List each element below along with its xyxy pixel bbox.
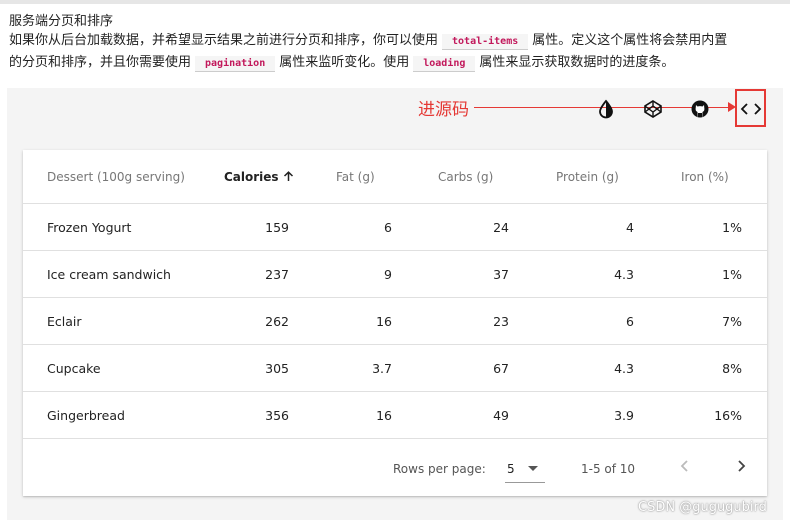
cell-calories: 159 — [265, 220, 289, 235]
cell-iron: 7% — [722, 314, 742, 329]
cell-protein: 6 — [626, 314, 634, 329]
cell-iron: 1% — [722, 220, 742, 235]
cell-carbs: 37 — [493, 267, 509, 282]
cell-fat: 16 — [376, 314, 392, 329]
cell-iron: 1% — [722, 267, 742, 282]
table-header: Dessert (100g serving) Calories Fat (g) … — [23, 150, 767, 204]
rows-per-page-label: Rows per page: — [393, 462, 486, 476]
annotation-label: 进源码 — [418, 100, 469, 120]
dropdown-caret-icon — [528, 466, 538, 471]
cell-fat: 3.7 — [372, 361, 392, 376]
description-paragraph: 如果你从后台加载数据，并希望显示结果之前进行分页和排序，你可以使用 total-i… — [9, 30, 784, 74]
csdn-watermark: CSDN @gugugubird — [638, 500, 767, 515]
cell-calories: 237 — [265, 267, 289, 282]
view-source-button[interactable] — [735, 89, 766, 127]
header-calories-label: Calories — [224, 170, 279, 184]
prev-page-button[interactable] — [675, 456, 695, 476]
invert-colors-icon[interactable] — [596, 99, 616, 119]
github-icon[interactable] — [690, 99, 710, 119]
code-icon — [740, 103, 762, 115]
cell-protein: 4.3 — [614, 267, 634, 282]
desc-text-2: 属性。定义这个属性将会禁用内置 — [532, 33, 728, 48]
cell-iron: 16% — [714, 408, 742, 423]
code-loading: loading — [413, 56, 476, 72]
header-carbs[interactable]: Carbs (g) — [438, 170, 493, 184]
header-calories[interactable]: Calories — [224, 170, 294, 184]
sort-arrow-up-icon — [283, 171, 293, 181]
top-divider — [0, 0, 790, 4]
table-footer: Rows per page: 5 1-5 of 10 — [23, 440, 767, 496]
codepen-icon[interactable] — [643, 99, 663, 119]
cell-carbs: 23 — [493, 314, 509, 329]
code-total-items: total-items — [442, 34, 529, 50]
cell-dessert: Eclair — [47, 314, 82, 329]
cell-carbs: 67 — [493, 361, 509, 376]
table-row[interactable]: Frozen Yogurt 159 6 24 4 1% — [23, 204, 767, 251]
rows-per-page-value: 5 — [507, 462, 515, 476]
cell-calories: 356 — [265, 408, 289, 423]
page-range-text: 1-5 of 10 — [581, 462, 636, 476]
desc-text-1: 如果你从后台加载数据，并希望显示结果之前进行分页和排序，你可以使用 — [9, 33, 439, 48]
cell-fat: 16 — [376, 408, 392, 423]
table-row[interactable]: Ice cream sandwich 237 9 37 4.3 1% — [23, 251, 767, 298]
section-heading: 服务端分页和排序 — [9, 14, 114, 29]
cell-iron: 8% — [722, 361, 742, 376]
cell-protein: 4 — [626, 220, 634, 235]
cell-fat: 6 — [384, 220, 392, 235]
desc-text-5: 属性来显示获取数据时的进度条。 — [479, 55, 675, 70]
cell-dessert: Frozen Yogurt — [47, 220, 132, 235]
cell-dessert: Cupcake — [47, 361, 101, 376]
cell-calories: 305 — [265, 361, 289, 376]
data-table-card: Dessert (100g serving) Calories Fat (g) … — [23, 150, 767, 496]
cell-dessert: Ice cream sandwich — [47, 267, 171, 282]
header-protein[interactable]: Protein (g) — [556, 170, 619, 184]
rows-per-page-select[interactable]: 5 — [505, 453, 545, 483]
table-row[interactable]: Eclair 262 16 23 6 7% — [23, 298, 767, 345]
table-row[interactable]: Gingerbread 356 16 49 3.9 16% — [23, 392, 767, 439]
cell-fat: 9 — [384, 267, 392, 282]
chevron-left-icon — [680, 460, 688, 472]
header-iron[interactable]: Iron (%) — [681, 170, 729, 184]
next-page-button[interactable] — [731, 456, 751, 476]
cell-calories: 262 — [265, 314, 289, 329]
chevron-right-icon — [738, 460, 746, 472]
desc-text-3: 的分页和排序，并且你需要使用 — [9, 55, 192, 70]
header-fat[interactable]: Fat (g) — [336, 170, 375, 184]
cell-dessert: Gingerbread — [47, 408, 125, 423]
cell-protein: 4.3 — [614, 361, 634, 376]
desc-text-4: 属性来监听变化。使用 — [279, 55, 410, 70]
cell-protein: 3.9 — [614, 408, 634, 423]
header-dessert[interactable]: Dessert (100g serving) — [47, 170, 185, 184]
table-row[interactable]: Cupcake 305 3.7 67 4.3 8% — [23, 345, 767, 392]
cell-carbs: 24 — [493, 220, 509, 235]
cell-carbs: 49 — [493, 408, 509, 423]
code-pagination: pagination — [195, 56, 276, 72]
